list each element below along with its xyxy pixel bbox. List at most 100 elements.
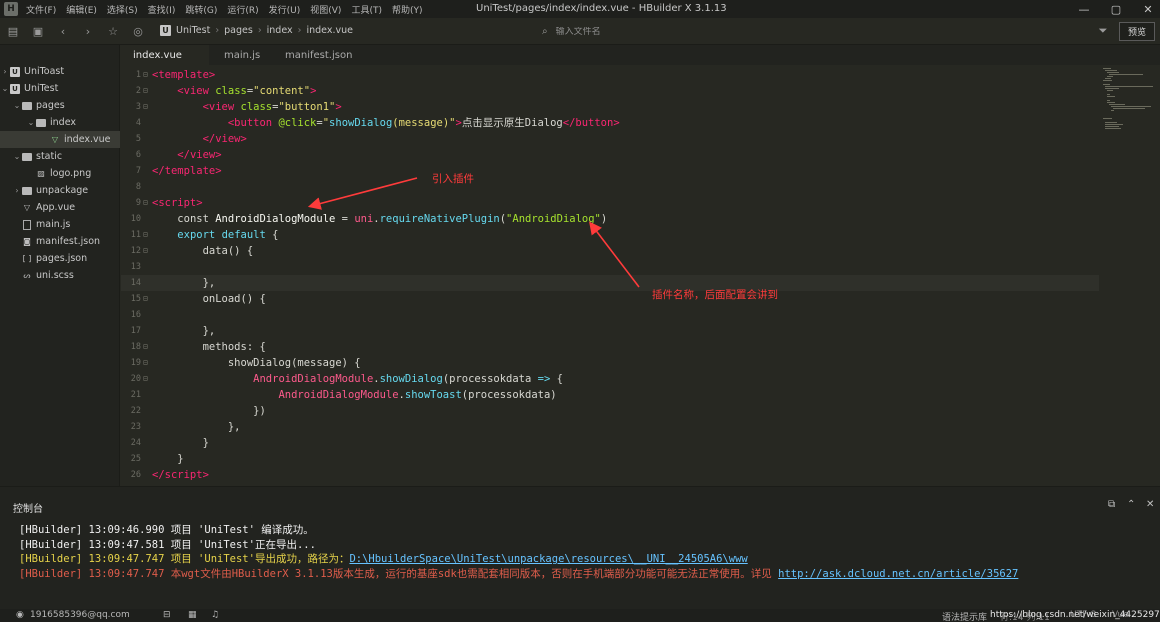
filter-icon[interactable]: ⏷: [1096, 24, 1110, 38]
line-number: 13: [130, 262, 141, 272]
save-icon[interactable]: ▣: [31, 24, 45, 38]
tree-item-manifest-json[interactable]: ◙ manifest.json: [0, 233, 120, 250]
tab-index-vue[interactable]: index.vue: [121, 45, 209, 65]
breadcrumb-pages[interactable]: pages: [224, 25, 253, 36]
tree-item-main-js[interactable]: main.js: [0, 216, 120, 233]
run-icon[interactable]: ◎: [131, 24, 145, 38]
fold-icon[interactable]: ⊟: [143, 355, 148, 371]
chevron-right-icon: ›: [15, 186, 19, 195]
fold-icon[interactable]: ⊟: [143, 99, 148, 115]
syntax-hint[interactable]: 语法提示库: [942, 610, 987, 622]
output-path-link[interactable]: D:\HbuilderSpace\UniTest\unpackage\resou…: [349, 553, 747, 565]
tree-item-unitoast[interactable]: › U UniToast: [0, 63, 120, 80]
console-time: 13:09:47.747: [88, 553, 165, 565]
close-panel-icon[interactable]: ✕: [1146, 499, 1154, 510]
tree-item-uni-scss[interactable]: ᔕ uni.scss: [0, 267, 120, 284]
menu-edit[interactable]: 编辑(E): [66, 3, 97, 16]
chevron-up-icon[interactable]: ⌃: [1127, 499, 1135, 510]
minimap[interactable]: [1099, 65, 1160, 486]
breadcrumb: U UniTest › pages › index › index.vue: [160, 25, 353, 36]
menu-goto[interactable]: 跳转(G): [185, 3, 217, 16]
tree-item-label: UniToast: [24, 66, 65, 77]
status-bar: ◉ 1916585396@qq.com ⊟ ▦ ♫ 语法提示库 行:14 列:1…: [0, 609, 1160, 622]
line-number: 18: [130, 342, 141, 352]
console-text: 项目 'UniTest'导出成功，路径为：: [170, 553, 350, 565]
tree-item-unpackage[interactable]: › unpackage: [0, 182, 120, 199]
tree-item-label: index: [50, 117, 76, 128]
console-tag: [HBuilder]: [19, 553, 83, 565]
line-number: 14: [130, 278, 141, 288]
console-text: 项目 'UniTest'正在导出...: [170, 539, 316, 551]
file-search-input[interactable]: [555, 26, 816, 37]
fold-icon[interactable]: ⊟: [143, 371, 148, 387]
line-number: 4: [135, 118, 141, 128]
tree-item-app-vue[interactable]: ▽ App.vue: [0, 199, 120, 216]
menu-view[interactable]: 视图(V): [310, 3, 341, 16]
code-line: 11 ⊟ export default {: [121, 227, 1099, 243]
breadcrumb-index[interactable]: index: [267, 25, 293, 36]
tree-item-unitest[interactable]: ⌄ U UniTest: [0, 80, 120, 97]
console-time: 13:09:46.990: [88, 524, 165, 536]
code-line: 7 </template>: [121, 163, 1099, 179]
close-icon[interactable]: ✕: [1140, 1, 1156, 17]
line-number: 25: [130, 454, 141, 464]
code-line: 20 ⊟ AndroidDialogModule.showDialog(proce…: [121, 371, 1099, 387]
menu-tools[interactable]: 工具(T): [351, 3, 382, 16]
console-text: 本wgt文件由HBuilderX 3.1.13版本生成，运行的基座sdk也需配套…: [170, 568, 779, 580]
grid-icon[interactable]: ▦: [188, 610, 197, 620]
menu-run[interactable]: 运行(R): [227, 3, 258, 16]
code-line: 2 ⊟ <view class="content">: [121, 83, 1099, 99]
bell-icon[interactable]: ♫: [211, 610, 219, 620]
tree-item-index[interactable]: ⌄ index: [0, 114, 120, 131]
tab-main-js[interactable]: main.js: [209, 45, 279, 65]
back-icon[interactable]: ‹: [56, 24, 70, 38]
fold-icon[interactable]: ⊟: [143, 67, 148, 83]
line-number: 19: [130, 358, 141, 368]
tree-item-pages[interactable]: ⌄ pages: [0, 97, 120, 114]
tree-item-logo-png[interactable]: ▨ logo.png: [0, 165, 120, 182]
console-output[interactable]: [HBuilder] 13:09:46.990 项目 'UniTest' 编译成…: [0, 516, 1160, 609]
tree-item-label: manifest.json: [36, 236, 101, 247]
breadcrumb-file[interactable]: index.vue: [306, 25, 353, 36]
line-number: 26: [130, 470, 141, 480]
fold-icon[interactable]: ⊟: [143, 83, 148, 99]
tree-item-static[interactable]: ⌄ static: [0, 148, 120, 165]
terminal-icon[interactable]: ⊟: [163, 610, 171, 620]
fold-icon[interactable]: ⊟: [143, 195, 148, 211]
file-search: ⌕: [542, 24, 832, 39]
user-icon: ◉: [16, 610, 24, 620]
preview-button[interactable]: 预览: [1119, 22, 1155, 41]
docs-link[interactable]: http://ask.dcloud.net.cn/article/35627: [778, 568, 1018, 580]
fold-icon[interactable]: ⊟: [143, 339, 148, 355]
maximize-panel-icon[interactable]: ⧉: [1108, 499, 1115, 510]
minimize-icon[interactable]: —: [1076, 1, 1092, 17]
breadcrumb-project[interactable]: UniTest: [176, 25, 210, 36]
menu-help[interactable]: 帮助(Y): [392, 3, 423, 16]
star-icon[interactable]: ☆: [106, 24, 120, 38]
code-line: 17 },: [121, 323, 1099, 339]
fold-icon[interactable]: ⊟: [143, 291, 148, 307]
menu-file[interactable]: 文件(F): [26, 3, 56, 16]
fold-icon[interactable]: ⊟: [143, 227, 148, 243]
code-editor[interactable]: 1 ⊟ <template> 2 ⊟ <view class="content"> 3…: [121, 65, 1099, 486]
user-account[interactable]: 1916585396@qq.com: [30, 610, 130, 620]
tab-manifest-json[interactable]: manifest.json: [279, 45, 369, 65]
code-line: 3 ⊟ <view class="button1">: [121, 99, 1099, 115]
tree-item-pages-json[interactable]: [ ] pages.json: [0, 250, 120, 267]
menu-publish[interactable]: 发行(U): [269, 3, 301, 16]
fold-icon[interactable]: ⊟: [143, 243, 148, 259]
line-number: 12: [130, 246, 141, 256]
menu-select[interactable]: 选择(S): [107, 3, 138, 16]
image-file-icon: ▨: [37, 169, 45, 178]
maximize-icon[interactable]: ▢: [1108, 1, 1124, 17]
folder-icon: [22, 186, 32, 196]
tree-item-index-vue[interactable]: ▽ index.vue: [0, 131, 120, 148]
new-file-icon[interactable]: ▤: [6, 24, 20, 38]
style-file-icon: ᔕ: [23, 271, 31, 280]
forward-icon[interactable]: ›: [81, 24, 95, 38]
code-line: 8: [121, 179, 1099, 195]
menu-find[interactable]: 查找(I): [148, 3, 176, 16]
code-line: 4 <button @click="showDialog(message)">点…: [121, 115, 1099, 131]
console-line: [HBuilder] 13:09:46.990 项目 'UniTest' 编译成…: [19, 523, 314, 538]
console-tag: [HBuilder]: [19, 539, 83, 551]
